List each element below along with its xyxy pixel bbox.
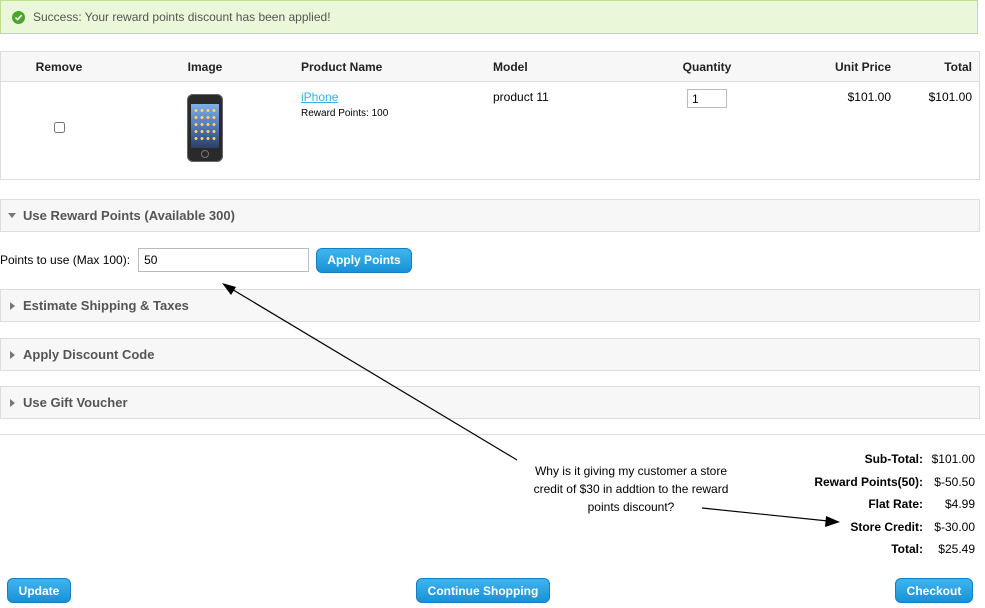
cart-table: Remove Image Product Name Model Quantity… — [0, 51, 980, 180]
totals-row: Store Credit: $-30.00 — [814, 516, 975, 539]
line-total: $101.00 — [928, 90, 972, 104]
subtotal-label: Sub-Total: — [864, 452, 923, 467]
discount-section[interactable]: Apply Discount Code — [0, 338, 980, 371]
divider — [0, 434, 985, 435]
voucher-section[interactable]: Use Gift Voucher — [0, 386, 980, 419]
points-form: Points to use (Max 100): Apply Points — [0, 247, 413, 273]
shipping-section-title: Estimate Shipping & Taxes — [23, 298, 189, 313]
product-reward-points: Reward Points: 100 — [301, 108, 389, 119]
remove-checkbox[interactable] — [54, 122, 65, 133]
total-label: Total: — [891, 542, 923, 557]
header-unit-price: Unit Price — [761, 51, 891, 82]
update-button[interactable]: Update — [7, 578, 71, 603]
success-alert: Success: Your reward points discount has… — [0, 0, 978, 34]
shipping-section[interactable]: Estimate Shipping & Taxes — [0, 289, 980, 322]
flat-rate-label: Flat Rate: — [868, 497, 923, 512]
checkout-button[interactable]: Checkout — [895, 578, 973, 603]
annotation-note: Why is it giving my customer a store cre… — [523, 462, 739, 516]
subtotal-value: $101.00 — [931, 452, 975, 467]
table-row: iPhone Reward Points: 100 product 11 $10… — [1, 82, 980, 180]
totals-row: Flat Rate: $4.99 — [814, 493, 975, 516]
cart-header-row: Remove Image Product Name Model Quantity… — [0, 51, 980, 82]
annotation-line: points discount? — [587, 500, 675, 514]
points-input[interactable] — [138, 248, 310, 272]
total-cell: $101.00 — [891, 82, 980, 180]
totals-row: Reward Points(50): $-50.50 — [814, 471, 975, 494]
remove-cell — [1, 82, 118, 180]
header-total: Total — [891, 51, 980, 82]
totals-row: Total: $25.49 — [814, 538, 975, 561]
success-message: Success: Your reward points discount has… — [33, 10, 331, 24]
header-model: Model — [493, 51, 653, 82]
image-cell — [117, 82, 293, 180]
product-name-cell: iPhone Reward Points: 100 — [293, 82, 493, 180]
chevron-right-icon — [1, 398, 23, 407]
flat-rate-value: $4.99 — [944, 497, 975, 512]
chevron-right-icon — [1, 301, 23, 310]
product-model: product 11 — [493, 90, 549, 104]
chevron-right-icon — [1, 350, 23, 359]
unit-price-cell: $101.00 — [761, 82, 891, 180]
total-value: $25.49 — [938, 542, 975, 557]
reward-points-section-title: Use Reward Points (Available 300) — [23, 208, 235, 223]
product-image[interactable] — [187, 94, 223, 162]
reward-points-value: $-50.50 — [934, 474, 975, 489]
apply-points-button[interactable]: Apply Points — [316, 247, 413, 273]
discount-section-title: Apply Discount Code — [23, 347, 155, 362]
store-credit-value: $-30.00 — [934, 519, 975, 534]
check-circle-icon — [12, 10, 25, 24]
header-quantity: Quantity — [653, 51, 761, 82]
store-credit-label: Store Credit: — [850, 519, 923, 534]
annotation-line: Why is it giving my customer a store — [534, 464, 728, 478]
chevron-down-icon — [1, 213, 23, 218]
totals-row: Sub-Total: $101.00 — [814, 448, 975, 471]
totals-table: Sub-Total: $101.00 Reward Points(50): $-… — [814, 448, 975, 561]
header-product-name: Product Name — [293, 51, 493, 82]
points-label: Points to use (Max 100): — [0, 253, 131, 267]
unit-price: $101.00 — [847, 90, 891, 104]
reward-points-section[interactable]: Use Reward Points (Available 300) — [0, 199, 980, 232]
model-cell: product 11 — [493, 82, 653, 180]
header-remove: Remove — [0, 51, 117, 82]
continue-shopping-button[interactable]: Continue Shopping — [416, 578, 550, 603]
quantity-input[interactable] — [687, 89, 727, 108]
header-image: Image — [117, 51, 293, 82]
reward-points-label: Reward Points(50): — [814, 474, 923, 489]
annotation-line: credit of $30 in addtion to the reward — [533, 482, 729, 496]
voucher-section-title: Use Gift Voucher — [23, 395, 128, 410]
quantity-cell — [653, 82, 761, 180]
product-link[interactable]: iPhone — [301, 90, 493, 104]
